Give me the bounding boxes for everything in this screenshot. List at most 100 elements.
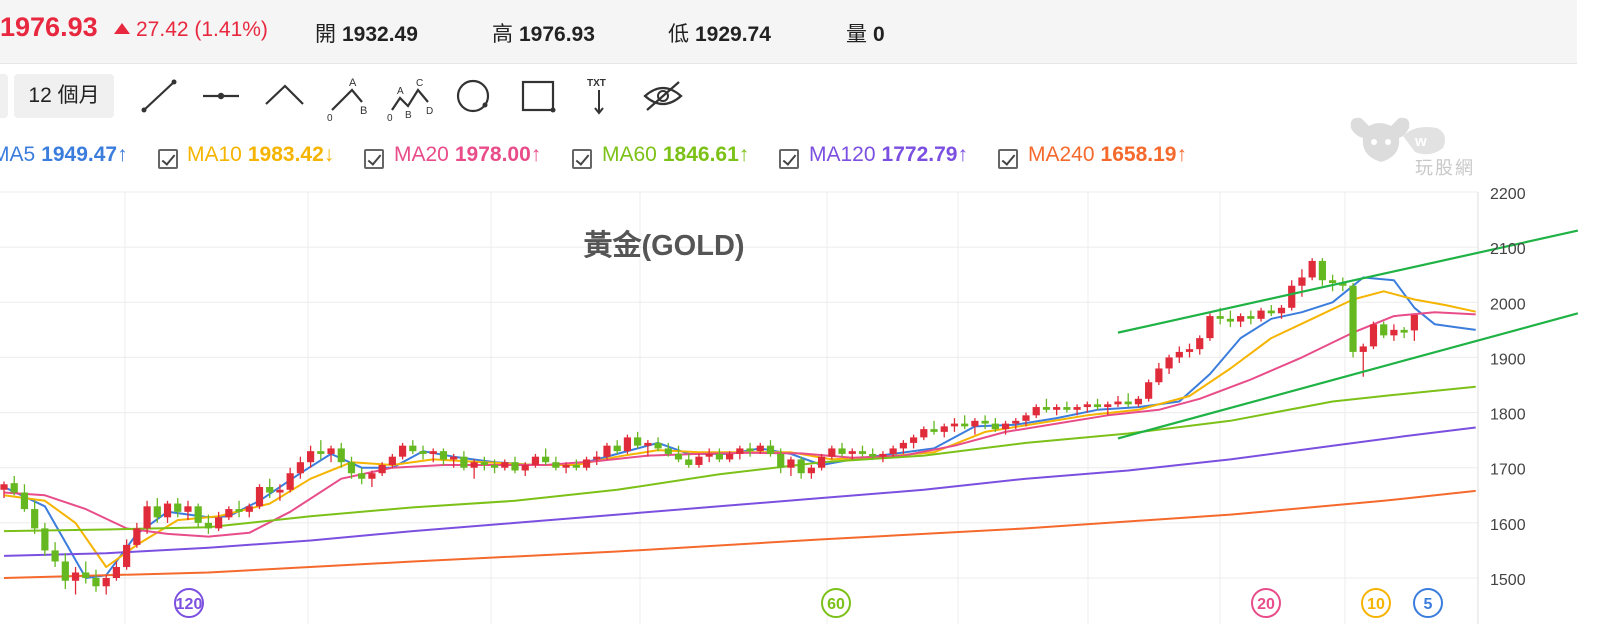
candle-body xyxy=(807,467,815,474)
candle-body xyxy=(1145,382,1153,399)
candle-body xyxy=(102,578,110,587)
series-line-ma20 xyxy=(3,311,1476,538)
candle-body xyxy=(225,509,233,518)
candle-body xyxy=(1318,260,1326,281)
candle-body xyxy=(41,528,49,551)
ma-marker-label-120: 120 xyxy=(176,596,203,613)
candle-body xyxy=(899,442,907,449)
candle-body xyxy=(184,506,192,512)
candle-body xyxy=(1114,401,1122,405)
candle-body xyxy=(307,451,315,463)
candle-body xyxy=(71,572,80,581)
candle-body xyxy=(889,448,897,454)
candle-body xyxy=(480,462,488,465)
candle-body xyxy=(1134,398,1143,405)
candle-body xyxy=(143,506,151,529)
candle-body xyxy=(51,550,59,562)
chart-title: 黃金(GOLD) xyxy=(583,228,744,262)
candle-body xyxy=(419,451,427,454)
y-tick-label-2200: 2200 xyxy=(1490,186,1526,203)
candle-body xyxy=(726,453,734,460)
y-tick-label-1900: 1900 xyxy=(1490,351,1526,368)
candle-body xyxy=(909,437,918,443)
candle-body xyxy=(685,459,693,465)
price-axis: 1500 1600 1700 1800 1900 2000 2100 2200 xyxy=(1490,186,1526,589)
candle-body xyxy=(347,462,356,474)
candle-body xyxy=(0,484,8,490)
candle-body xyxy=(1012,420,1020,424)
candle-body xyxy=(1001,423,1010,430)
candle-body xyxy=(787,459,795,468)
candle-body xyxy=(623,437,632,452)
candle-body xyxy=(245,506,253,512)
ma-marker-label-20: 20 xyxy=(1257,596,1275,613)
candle-body xyxy=(1032,407,1040,416)
candle-body xyxy=(1349,285,1357,352)
candle-body xyxy=(613,445,621,452)
candle-body xyxy=(1206,316,1214,339)
candle-body xyxy=(1083,404,1091,408)
candle-body xyxy=(930,429,938,432)
candle-body xyxy=(1104,404,1112,408)
y-tick-label-1700: 1700 xyxy=(1490,462,1526,479)
candle-body xyxy=(828,448,836,457)
candle-body xyxy=(20,492,29,510)
candle-body xyxy=(797,459,805,474)
candle-body xyxy=(255,487,264,507)
candle-body xyxy=(593,456,601,460)
candle-body xyxy=(378,464,386,474)
candle-body xyxy=(1042,407,1051,410)
candle-body xyxy=(603,445,611,457)
candle-body xyxy=(1226,318,1234,322)
candle-body xyxy=(409,445,417,452)
candle-body xyxy=(521,464,529,471)
candle-body xyxy=(511,462,519,471)
candle-body xyxy=(460,456,468,468)
candle-body xyxy=(439,451,448,460)
candle-body xyxy=(1053,407,1061,410)
candle-body xyxy=(286,473,294,490)
candle-body xyxy=(858,451,867,454)
candle-body xyxy=(695,456,703,465)
candle-body xyxy=(204,522,212,529)
candle-body xyxy=(1216,316,1224,319)
candle-body xyxy=(572,464,580,468)
candlesticks xyxy=(0,258,1418,595)
candle-body xyxy=(358,473,366,479)
candle-body xyxy=(1196,338,1204,350)
candle-body xyxy=(194,506,202,523)
candle-body xyxy=(664,448,672,454)
candle-body xyxy=(1277,307,1286,314)
y-tick-label-1800: 1800 xyxy=(1490,407,1526,424)
candle-body xyxy=(337,448,345,463)
candle-body xyxy=(1329,280,1337,283)
candle-body xyxy=(879,453,887,457)
candle-body xyxy=(746,448,754,452)
candle-body xyxy=(368,473,376,479)
candle-body xyxy=(153,506,161,518)
y-tick-label-1600: 1600 xyxy=(1490,517,1526,534)
candle-body xyxy=(296,462,304,474)
candle-body xyxy=(163,503,172,518)
candle-body xyxy=(848,451,856,454)
candle-body xyxy=(235,509,243,512)
candle-body xyxy=(838,448,846,454)
candle-body xyxy=(490,464,499,468)
candle-body xyxy=(736,448,744,454)
candle-body xyxy=(562,464,570,468)
candle-body xyxy=(450,456,458,460)
candle-body xyxy=(1093,404,1102,408)
candle-body xyxy=(31,509,39,529)
candle-body xyxy=(388,456,396,465)
gold-candlestick-chart[interactable]: 1500 1600 1700 1800 1900 2000 2100 2200 120 60 20… xyxy=(0,0,1600,624)
candle-body xyxy=(123,544,131,567)
y-tick-label-2100: 2100 xyxy=(1490,241,1526,258)
candle-body xyxy=(112,566,121,578)
candle-body xyxy=(971,420,979,427)
candle-body xyxy=(1380,324,1388,336)
candle-body xyxy=(1175,351,1183,358)
candle-body xyxy=(715,453,723,460)
candle-body xyxy=(470,462,478,468)
candle-body xyxy=(1257,310,1265,319)
candle-body xyxy=(531,456,540,465)
